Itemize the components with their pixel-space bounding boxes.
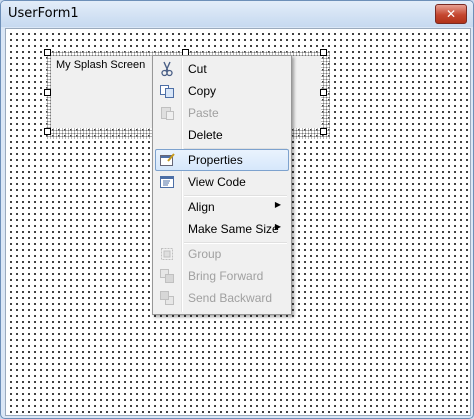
resize-handle-top-right[interactable]	[320, 49, 327, 56]
menu-item-make-same-size[interactable]: Make Same Size ▶	[155, 218, 289, 240]
close-icon: ✕	[445, 7, 457, 21]
resize-handle-bottom-left[interactable]	[44, 128, 51, 135]
menu-item-paste[interactable]: Paste	[155, 102, 289, 124]
properties-icon	[159, 152, 175, 168]
menu-item-properties[interactable]: Properties	[155, 149, 289, 171]
menu-item-label: Copy	[188, 84, 217, 98]
menu-item-bring-forward[interactable]: Bring Forward	[155, 265, 289, 287]
menu-item-label: Make Same Size	[188, 222, 279, 236]
resize-handle-top-left[interactable]	[44, 49, 51, 56]
resize-handle-middle-left[interactable]	[44, 89, 51, 96]
menu-item-copy[interactable]: Copy	[155, 80, 289, 102]
window-title: UserForm1	[8, 6, 79, 21]
send-backward-icon	[159, 290, 175, 306]
menu-item-label: Group	[188, 247, 222, 261]
menu-item-send-backward[interactable]: Send Backward	[155, 287, 289, 309]
view-code-icon	[159, 174, 175, 190]
menu-item-label: Delete	[188, 128, 223, 142]
menu-item-label: Send Backward	[188, 291, 273, 305]
menu-item-label: View Code	[188, 175, 246, 189]
menu-item-delete[interactable]: Delete	[155, 124, 289, 146]
bring-forward-icon	[159, 268, 175, 284]
menu-item-label: Align	[188, 200, 215, 214]
menu-item-label: Cut	[188, 62, 207, 76]
submenu-arrow-icon: ▶	[274, 200, 281, 209]
menu-item-label: Bring Forward	[188, 269, 264, 283]
scissors-icon	[159, 61, 175, 77]
label-caption: My Splash Screen	[56, 59, 146, 71]
close-button[interactable]: ✕	[435, 4, 467, 24]
resize-handle-middle-right[interactable]	[320, 89, 327, 96]
group-icon	[159, 246, 175, 262]
context-menu: Cut Copy Paste Delete Properties View Co…	[152, 55, 292, 315]
menu-item-group[interactable]: Group	[155, 243, 289, 265]
copy-icon	[159, 83, 175, 99]
menu-item-label: Paste	[188, 106, 219, 120]
paste-icon	[159, 105, 175, 121]
menu-item-align[interactable]: Align ▶	[155, 196, 289, 218]
menu-item-cut[interactable]: Cut	[155, 58, 289, 80]
submenu-arrow-icon: ▶	[274, 222, 281, 231]
resize-handle-bottom-right[interactable]	[320, 128, 327, 135]
menu-item-view-code[interactable]: View Code	[155, 171, 289, 193]
menu-item-label: Properties	[188, 153, 243, 167]
title-bar[interactable]: UserForm1 ✕	[1, 1, 473, 27]
